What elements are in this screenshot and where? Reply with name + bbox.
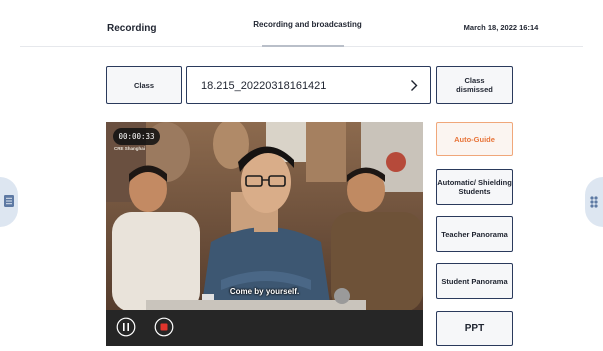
student-panorama-label: Student Panorama [441,276,508,286]
pause-icon[interactable] [116,317,136,337]
recording-timer: 00:00:33 [113,128,160,145]
chevron-right-icon [411,80,418,91]
header-bar: Recording Recording and broadcasting Mar… [0,0,603,47]
mode-title: Recording and broadcasting [253,20,362,29]
stop-icon[interactable] [154,317,174,337]
recording-screen: Recording Recording and broadcasting Mar… [0,0,603,351]
right-drawer-handle[interactable] [585,177,603,227]
ppt-label: PPT [464,323,485,334]
shielding-students-button[interactable]: Automatic/ Shielding Students [436,169,513,205]
teacher-panorama-label: Teacher Panorama [441,229,508,239]
video-preview[interactable]: 00:00:33 CRE Shanghai Come by yourself. [106,122,423,346]
class-session-value: 18.215_20220318161421 [201,80,327,92]
class-button[interactable]: Class [106,66,182,104]
class-session-select[interactable]: 18.215_20220318161421 [186,66,431,104]
channel-watermark: CRE Shanghai [114,146,146,151]
class-button-label: Class [133,80,154,90]
class-dismissed-button[interactable]: Class dismissed [436,66,513,104]
student-panorama-button[interactable]: Student Panorama [436,263,513,299]
datetime: March 18, 2022 16:14 [463,23,539,32]
teacher-panorama-button[interactable]: Teacher Panorama [436,216,513,252]
grid-icon [590,196,598,208]
auto-guide-label: Auto-Guide [454,134,495,144]
ppt-button[interactable]: PPT [436,311,513,346]
left-drawer-handle[interactable] [0,177,18,227]
header-active-indicator [262,45,344,47]
auto-guide-button[interactable]: Auto-Guide [436,122,513,156]
shielding-students-label: Automatic/ Shielding Students [437,178,512,196]
video-subtitle: Come by yourself. [229,287,300,296]
page-title: Recording [107,23,157,34]
class-dismissed-label: Class dismissed [456,76,493,94]
list-icon [4,195,14,207]
